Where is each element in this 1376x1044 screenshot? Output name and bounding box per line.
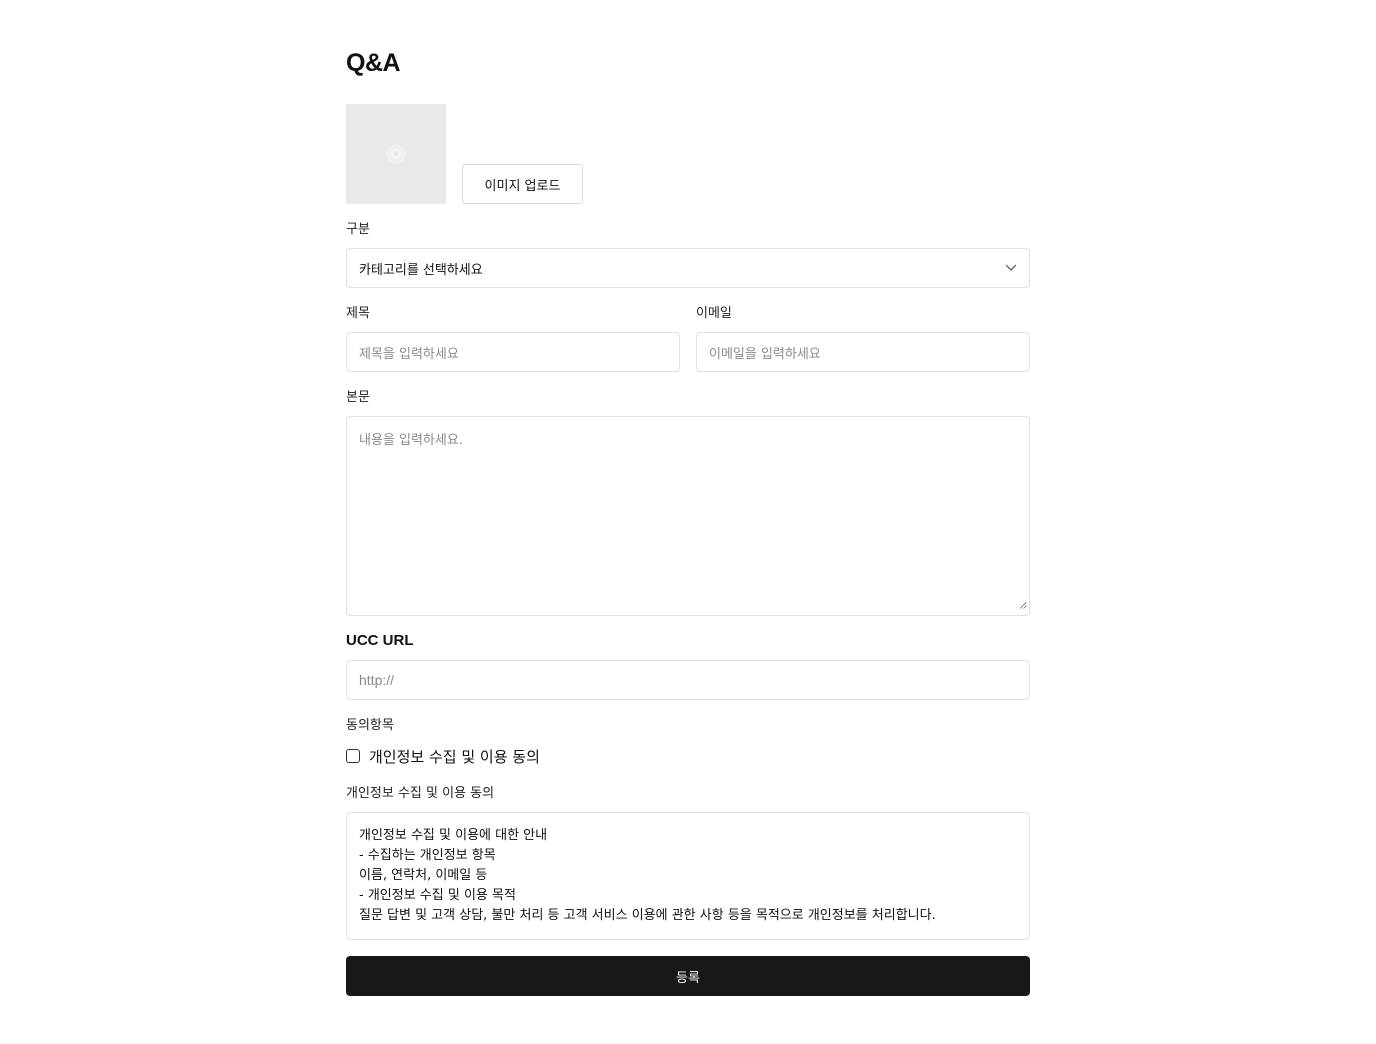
email-label: 이메일 [696,306,732,321]
title-input[interactable]: 제목을 입력하세요 [346,332,680,372]
consent-section-label: 동의항목 [346,718,394,733]
body-label: 본문 [346,390,370,405]
privacy-notice-label: 개인정보 수집 및 이용 동의 [346,786,495,801]
privacy-notice-line: 질문 답변 및 고객 상담, 불만 처리 등 고객 서비스 이용에 관한 사항 … [359,908,936,923]
email-input[interactable]: 이메일을 입력하세요 [696,332,1030,372]
privacy-notice-textarea[interactable]: 개인정보 수집 및 이용에 대한 안내 - 수집하는 개인정보 항목 이름, 연… [346,812,1030,940]
image-upload-button[interactable]: 이미지 업로드 [462,164,583,204]
consent-row: 개인정보 수집 및 이용 동의 [346,746,540,766]
privacy-notice-line: 개인정보 수집 및 이용에 대한 안내 [359,828,548,843]
title-label: 제목 [346,306,370,321]
image-preview [346,104,446,204]
category-select[interactable]: 카테고리를 선택하세요 [346,248,1030,288]
page-title: Q&A [346,49,401,77]
privacy-consent-checkbox-label[interactable]: 개인정보 수집 및 이용 동의 [369,746,540,767]
ucc-url-label: UCC URL [346,632,414,649]
privacy-notice-line: 이름, 연락처, 이메일 등 [359,868,488,883]
privacy-notice-line: - 개인정보 수집 및 이용 목적 [359,888,516,903]
body-textarea[interactable]: 내용을 입력하세요. [346,416,1030,616]
category-label: 구분 [346,222,370,237]
chevron-down-icon [1005,264,1017,272]
privacy-consent-checkbox[interactable] [346,749,360,763]
submit-button[interactable]: 등록 [346,956,1030,996]
page: Q&A 이미지 업로드 구분 카테고리를 선택하세요 제목 제목을 입력하세요 … [0,0,1376,1044]
resize-handle-icon[interactable] [1019,598,1027,613]
body-placeholder: 내용을 입력하세요. [359,433,463,448]
privacy-notice-line: - 수집하는 개인정보 항목 [359,848,496,863]
image-placeholder-icon [385,143,407,165]
ucc-url-input[interactable]: http:// [346,660,1030,700]
category-selected-value: 카테고리를 선택하세요 [359,262,483,278]
